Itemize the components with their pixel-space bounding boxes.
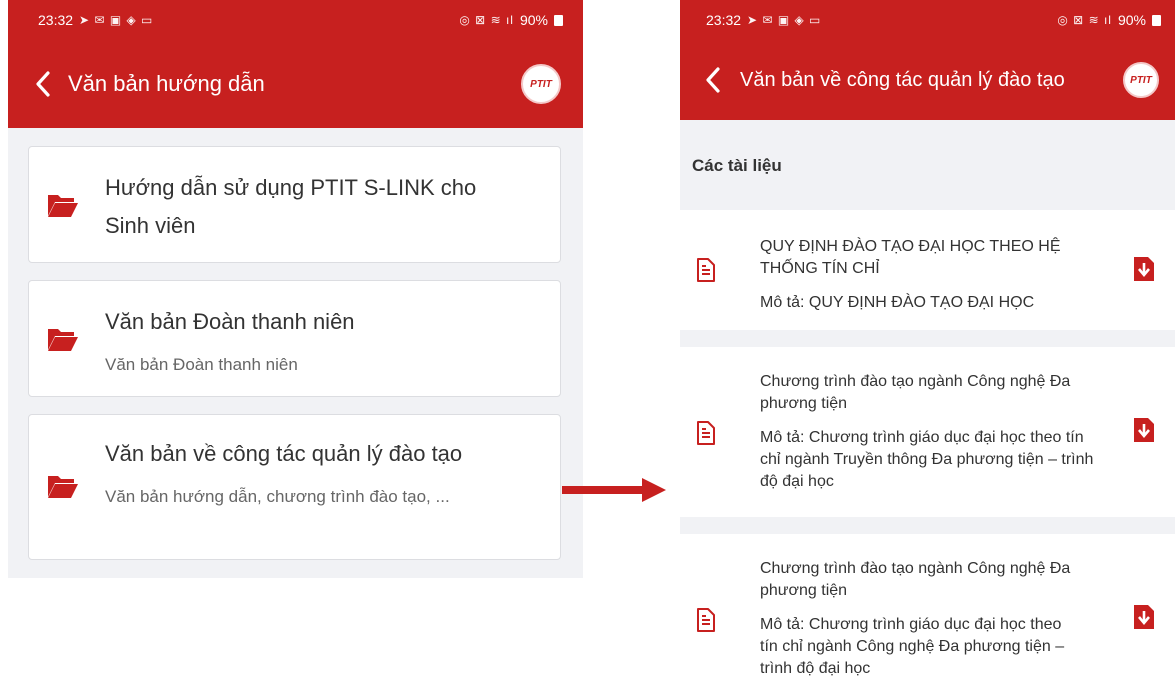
document-title: Chương trình đào tạo ngành Công nghệ Đa … — [760, 373, 1071, 412]
ptit-logo: PTIT — [521, 64, 561, 104]
status-time: 23:32 — [38, 12, 74, 28]
logo-text: PTIT — [530, 78, 552, 90]
app-bar: Văn bản hướng dẫn PTIT — [8, 40, 583, 128]
pdf-download-icon[interactable] — [1133, 604, 1155, 630]
folder-icon — [48, 195, 78, 217]
folder-title: Văn bản Đoàn thanh niên — [105, 309, 355, 334]
pdf-download-icon[interactable] — [1133, 256, 1155, 282]
folder-icon — [48, 329, 78, 351]
battery-icon — [1152, 14, 1161, 26]
document-icon — [697, 258, 715, 282]
pdf-download-icon[interactable] — [1133, 417, 1155, 443]
document-title: QUY ĐỊNH ĐÀO TẠO ĐẠI HỌC THEO HỆ THỐNG T… — [760, 238, 1061, 277]
left-phone-screen: 23:32 ➤ ✉ ▣ ◈ ▭ ◎ ⊠ ≋ ıl 90% Văn bản hướ… — [8, 0, 583, 578]
document-item[interactable]: QUY ĐỊNH ĐÀO TẠO ĐẠI HỌC THEO HỆ THỐNG T… — [680, 210, 1175, 330]
back-arrow-icon — [36, 71, 50, 97]
document-item[interactable]: Chương trình đào tạo ngành Công nghệ Đa … — [680, 534, 1175, 700]
folder-icon — [48, 476, 78, 498]
ptit-logo: PTIT — [1123, 62, 1159, 98]
signal-icons: ◎ ⊠ ≋ ıl — [1057, 13, 1112, 27]
battery-level: 90% — [1117, 12, 1146, 28]
notification-icons: ➤ ✉ ▣ ◈ ▭ — [747, 13, 822, 27]
document-title: Chương trình đào tạo ngành Công nghệ Đa … — [760, 560, 1071, 599]
page-title: Văn bản về công tác quản lý đào tạo — [740, 68, 1065, 91]
document-icon — [697, 421, 715, 445]
folder-subtitle: Văn bản hướng dẫn, chương trình đào tạo,… — [105, 487, 450, 506]
status-time: 23:32 — [706, 12, 742, 28]
signal-icons: ◎ ⊠ ≋ ıl — [459, 13, 514, 27]
page-title: Văn bản hướng dẫn — [68, 71, 265, 97]
back-button[interactable] — [28, 64, 58, 104]
folder-subtitle: Văn bản Đoàn thanh niên — [105, 355, 298, 374]
logo-text: PTIT — [1130, 74, 1152, 86]
battery-level: 90% — [519, 12, 548, 28]
right-phone-screen: 23:32 ➤ ✉ ▣ ◈ ▭ ◎ ⊠ ≋ ıl 90% Văn bản về … — [680, 0, 1175, 700]
status-bar: 23:32 ➤ ✉ ▣ ◈ ▭ ◎ ⊠ ≋ ıl 90% — [680, 0, 1175, 40]
app-bar: Văn bản về công tác quản lý đào tạo PTIT — [680, 40, 1175, 120]
folder-item[interactable]: Hướng dẫn sử dụng PTIT S-LINK cho Sinh v… — [28, 146, 561, 263]
status-bar: 23:32 ➤ ✉ ▣ ◈ ▭ ◎ ⊠ ≋ ıl 90% — [8, 0, 583, 40]
folder-title: Văn bản về công tác quản lý đào tạo — [105, 441, 463, 466]
battery-icon — [554, 14, 563, 26]
folder-title: Hướng dẫn sử dụng PTIT S-LINK cho Sinh v… — [105, 175, 477, 238]
document-description: Mô tả: Chương trình giáo dục đại học the… — [760, 616, 1065, 677]
document-icon — [697, 608, 715, 632]
notification-icons: ➤ ✉ ▣ ◈ ▭ — [79, 13, 154, 27]
folder-item[interactable]: Văn bản về công tác quản lý đào tạo Văn … — [28, 414, 561, 560]
document-description: Mô tả: QUY ĐỊNH ĐÀO TẠO ĐẠI HỌC — [760, 294, 1035, 311]
document-description: Mô tả: Chương trình giáo dục đại học the… — [760, 429, 1094, 490]
section-label: Các tài liệu — [692, 156, 782, 175]
back-arrow-icon — [706, 67, 720, 93]
back-button[interactable] — [698, 60, 728, 100]
folder-item[interactable]: Văn bản Đoàn thanh niên Văn bản Đoàn tha… — [28, 280, 561, 397]
document-item[interactable]: Chương trình đào tạo ngành Công nghệ Đa … — [680, 347, 1175, 517]
transition-arrow-icon — [562, 478, 666, 502]
